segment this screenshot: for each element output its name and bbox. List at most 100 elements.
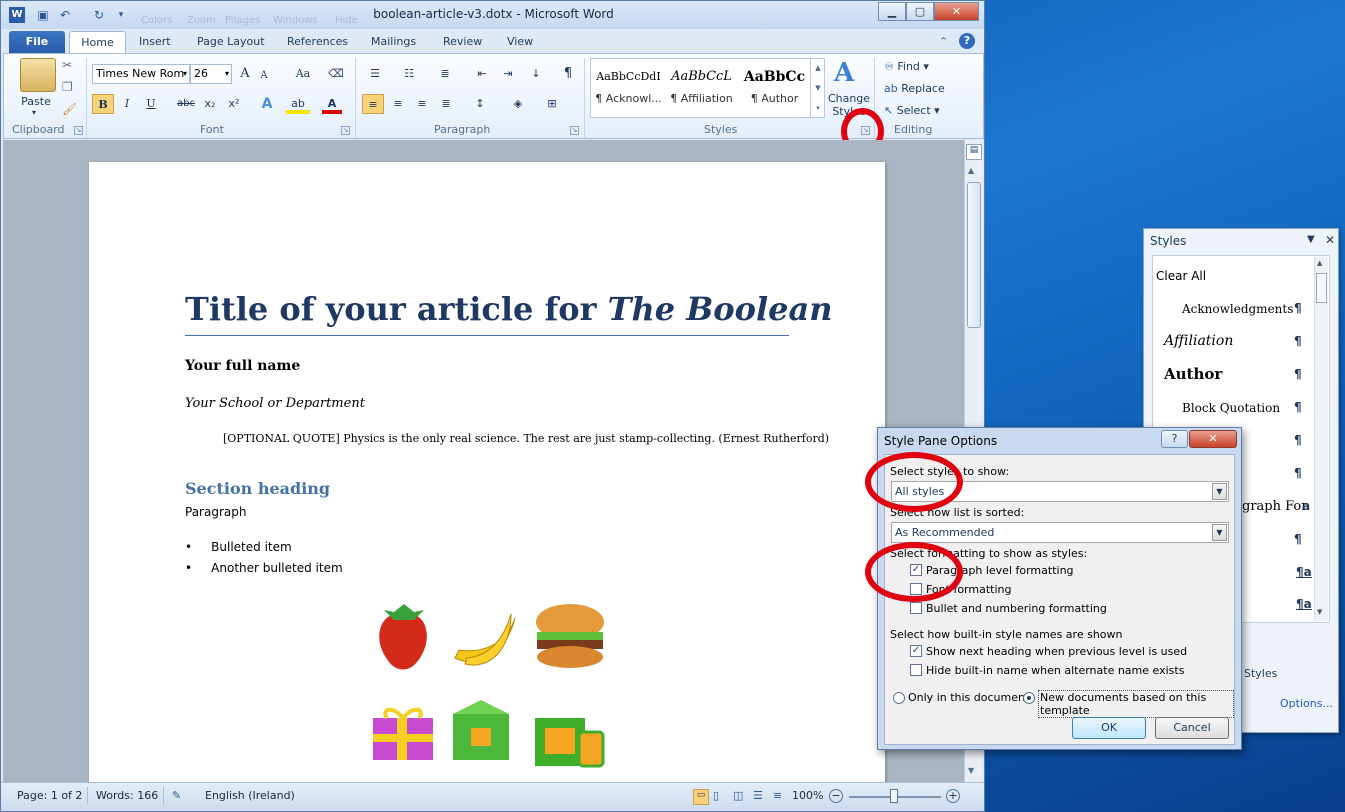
new-documents-radio[interactable] — [1023, 692, 1035, 704]
styles-options-link[interactable]: Options... — [1280, 697, 1333, 710]
tab-mailings[interactable]: Mailings — [363, 31, 424, 53]
cancel-button[interactable]: Cancel — [1155, 717, 1229, 739]
text-effects-icon[interactable]: A — [256, 94, 278, 114]
list-scroll-down-icon[interactable]: ▼ — [1317, 608, 1322, 616]
scroll-down-icon[interactable]: ▼ — [968, 766, 974, 775]
outline-icon[interactable]: ☰ — [753, 789, 763, 802]
zoom-out-icon[interactable]: − — [829, 789, 843, 803]
scroll-up-icon[interactable]: ▲ — [968, 166, 974, 175]
highlight-icon[interactable]: ab — [286, 94, 310, 114]
font-dropdown-icon[interactable]: ▾ — [183, 65, 187, 83]
underline-button[interactable]: U — [141, 94, 161, 114]
pane-close-icon[interactable]: ✕ — [1325, 233, 1335, 247]
select-button[interactable]: ↖ Select ▾ — [884, 104, 940, 117]
style-acknowledgments[interactable]: AaBbCcDdI ¶ Acknowl... — [592, 62, 665, 116]
paragraph-text[interactable]: Paragraph — [185, 505, 246, 519]
replace-button[interactable]: ab Replace — [884, 82, 945, 95]
zoom-slider-thumb[interactable] — [890, 789, 898, 803]
list-scroll-up-icon[interactable]: ▲ — [1317, 259, 1322, 267]
numbering-icon[interactable]: ☷ — [398, 64, 420, 84]
font-size-combo[interactable]: 26 ▾ — [190, 64, 232, 84]
tab-review[interactable]: Review — [435, 31, 490, 53]
font-color-icon[interactable]: A — [322, 94, 342, 114]
only-this-document-radio[interactable] — [893, 692, 905, 704]
document-title[interactable]: Title of your article for The Boolean — [185, 290, 832, 328]
tab-home[interactable]: Home — [69, 31, 126, 53]
find-button[interactable]: ♾ Find ▾ — [884, 60, 929, 73]
style-block-quotation[interactable]: Block Quotation — [1182, 401, 1280, 415]
language-status[interactable]: English (Ireland) — [205, 789, 295, 802]
minimize-ribbon-icon[interactable]: ⌃ — [939, 35, 948, 48]
maximize-button[interactable]: ▢ — [906, 2, 934, 21]
style-clear-all[interactable]: Clear All — [1156, 269, 1206, 283]
tab-insert[interactable]: Insert — [131, 31, 179, 53]
increase-indent-icon[interactable]: ⇥ — [498, 64, 518, 84]
tab-file[interactable]: File — [9, 31, 65, 53]
styles-list-scrollbar[interactable]: ▲ ▼ — [1314, 257, 1328, 621]
word-count[interactable]: Words: 166 — [96, 789, 158, 802]
select-arrow-icon[interactable]: ▼ — [1212, 524, 1227, 541]
proofing-icon[interactable]: ✎ — [172, 789, 181, 802]
dialog-help-button[interactable]: ? — [1161, 430, 1188, 448]
italic-button[interactable]: I — [117, 94, 137, 114]
select-arrow-icon[interactable]: ▼ — [1212, 483, 1227, 500]
superscript-button[interactable]: x² — [224, 94, 244, 114]
tab-view[interactable]: View — [499, 31, 541, 53]
subscript-button[interactable]: x₂ — [200, 94, 220, 114]
gallery-scroll[interactable]: ▲ ▼ ▾ — [810, 58, 825, 118]
scroll-thumb[interactable] — [967, 182, 981, 328]
multilevel-list-icon[interactable]: ≣ — [434, 64, 456, 84]
show-formatting-icon[interactable]: ¶ — [558, 64, 578, 84]
style-acknowledgments[interactable]: Acknowledgments — [1182, 302, 1293, 316]
change-case-button[interactable]: Aa — [288, 64, 318, 84]
align-center-icon[interactable]: ≡ — [388, 94, 408, 114]
optional-quote[interactable]: [OPTIONAL QUOTE] Physics is the only rea… — [223, 432, 829, 445]
sort-icon[interactable]: ↓ — [526, 64, 546, 84]
zoom-in-icon[interactable]: + — [946, 789, 960, 803]
style-affiliation[interactable]: AaBbCcL ¶ Affiliation — [665, 62, 738, 116]
strikethrough-button[interactable]: abc — [174, 94, 198, 114]
document-page[interactable]: Title of your article for The Boolean Yo… — [89, 162, 885, 802]
style-affiliation[interactable]: Affiliation — [1164, 333, 1233, 349]
page-count[interactable]: Page: 1 of 2 — [17, 789, 82, 802]
bullet-item[interactable]: • Another bulleted item — [185, 561, 343, 575]
font-launcher-icon[interactable]: ↘ — [341, 126, 350, 135]
cut-icon[interactable]: ✂ — [62, 58, 72, 72]
close-button[interactable]: ✕ — [934, 2, 979, 21]
full-screen-icon[interactable]: ▯ — [713, 789, 719, 802]
section-heading[interactable]: Section heading — [185, 479, 330, 498]
align-left-icon[interactable]: ≡ — [362, 94, 384, 114]
tab-page-layout[interactable]: Page Layout — [189, 31, 273, 53]
list-scroll-thumb[interactable] — [1316, 273, 1327, 303]
borders-icon[interactable]: ⊞ — [540, 94, 564, 114]
school-name[interactable]: Your School or Department — [185, 396, 365, 411]
dialog-close-button[interactable]: ✕ — [1189, 430, 1237, 448]
pane-menu-icon[interactable]: ▼ — [1307, 234, 1315, 245]
paste-dropdown-icon[interactable]: ▾ — [32, 108, 36, 117]
shrink-font-button[interactable]: A — [256, 66, 272, 86]
bold-button[interactable]: B — [92, 94, 114, 114]
decrease-indent-icon[interactable]: ⇤ — [472, 64, 492, 84]
tab-references[interactable]: References — [279, 31, 356, 53]
grow-font-button[interactable]: A — [236, 64, 254, 84]
draft-icon[interactable]: ≡ — [773, 789, 782, 802]
style-author[interactable]: Author — [1164, 365, 1222, 383]
author-name[interactable]: Your full name — [185, 358, 300, 374]
ok-button[interactable]: OK — [1072, 717, 1146, 739]
bullet-formatting-checkbox[interactable] — [910, 602, 922, 614]
style-partial[interactable]: graph For — [1242, 499, 1307, 514]
clear-formatting-icon[interactable]: ⌫ — [326, 64, 346, 84]
font-name-combo[interactable]: Times New Rom ▾ — [92, 64, 190, 84]
change-styles-icon[interactable]: A — [834, 58, 854, 88]
align-right-icon[interactable]: ≡ — [412, 94, 432, 114]
minimize-button[interactable]: ▁ — [878, 2, 906, 21]
web-layout-icon[interactable]: ◫ — [733, 789, 743, 802]
style-author[interactable]: AaBbCc ¶ Author — [738, 62, 811, 116]
justify-icon[interactable]: ≣ — [436, 94, 456, 114]
copy-icon[interactable]: ❐ — [62, 80, 73, 94]
ruler-toggle-icon[interactable]: ▤ — [966, 144, 982, 160]
bullet-item[interactable]: • Bulleted item — [185, 540, 292, 554]
paste-icon[interactable] — [20, 58, 56, 92]
show-next-heading-checkbox[interactable]: ✓ — [910, 645, 922, 657]
line-spacing-icon[interactable]: ↕ — [468, 94, 492, 114]
